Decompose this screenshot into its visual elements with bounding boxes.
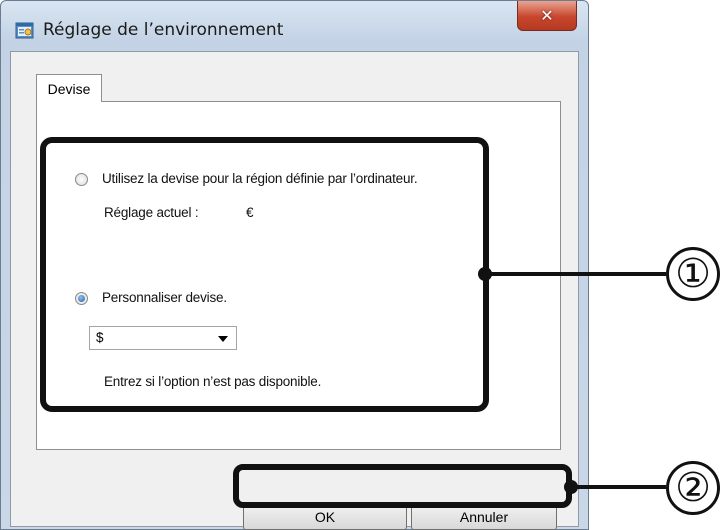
callout-box-2	[233, 464, 572, 508]
settings-window-icon	[15, 21, 35, 41]
close-button[interactable]: ✕	[517, 1, 577, 31]
callout-number-1: ①	[666, 247, 720, 301]
callout-number-2: ②	[666, 461, 720, 515]
close-icon: ✕	[540, 6, 554, 25]
callout-box-1	[40, 137, 489, 412]
tab-devise[interactable]: Devise	[36, 74, 102, 102]
callout-line-1	[485, 272, 666, 276]
callout-line-2	[571, 485, 666, 489]
title-bar[interactable]: Réglage de l’environnement ✕	[1, 1, 588, 51]
window-title: Réglage de l’environnement	[43, 20, 284, 40]
